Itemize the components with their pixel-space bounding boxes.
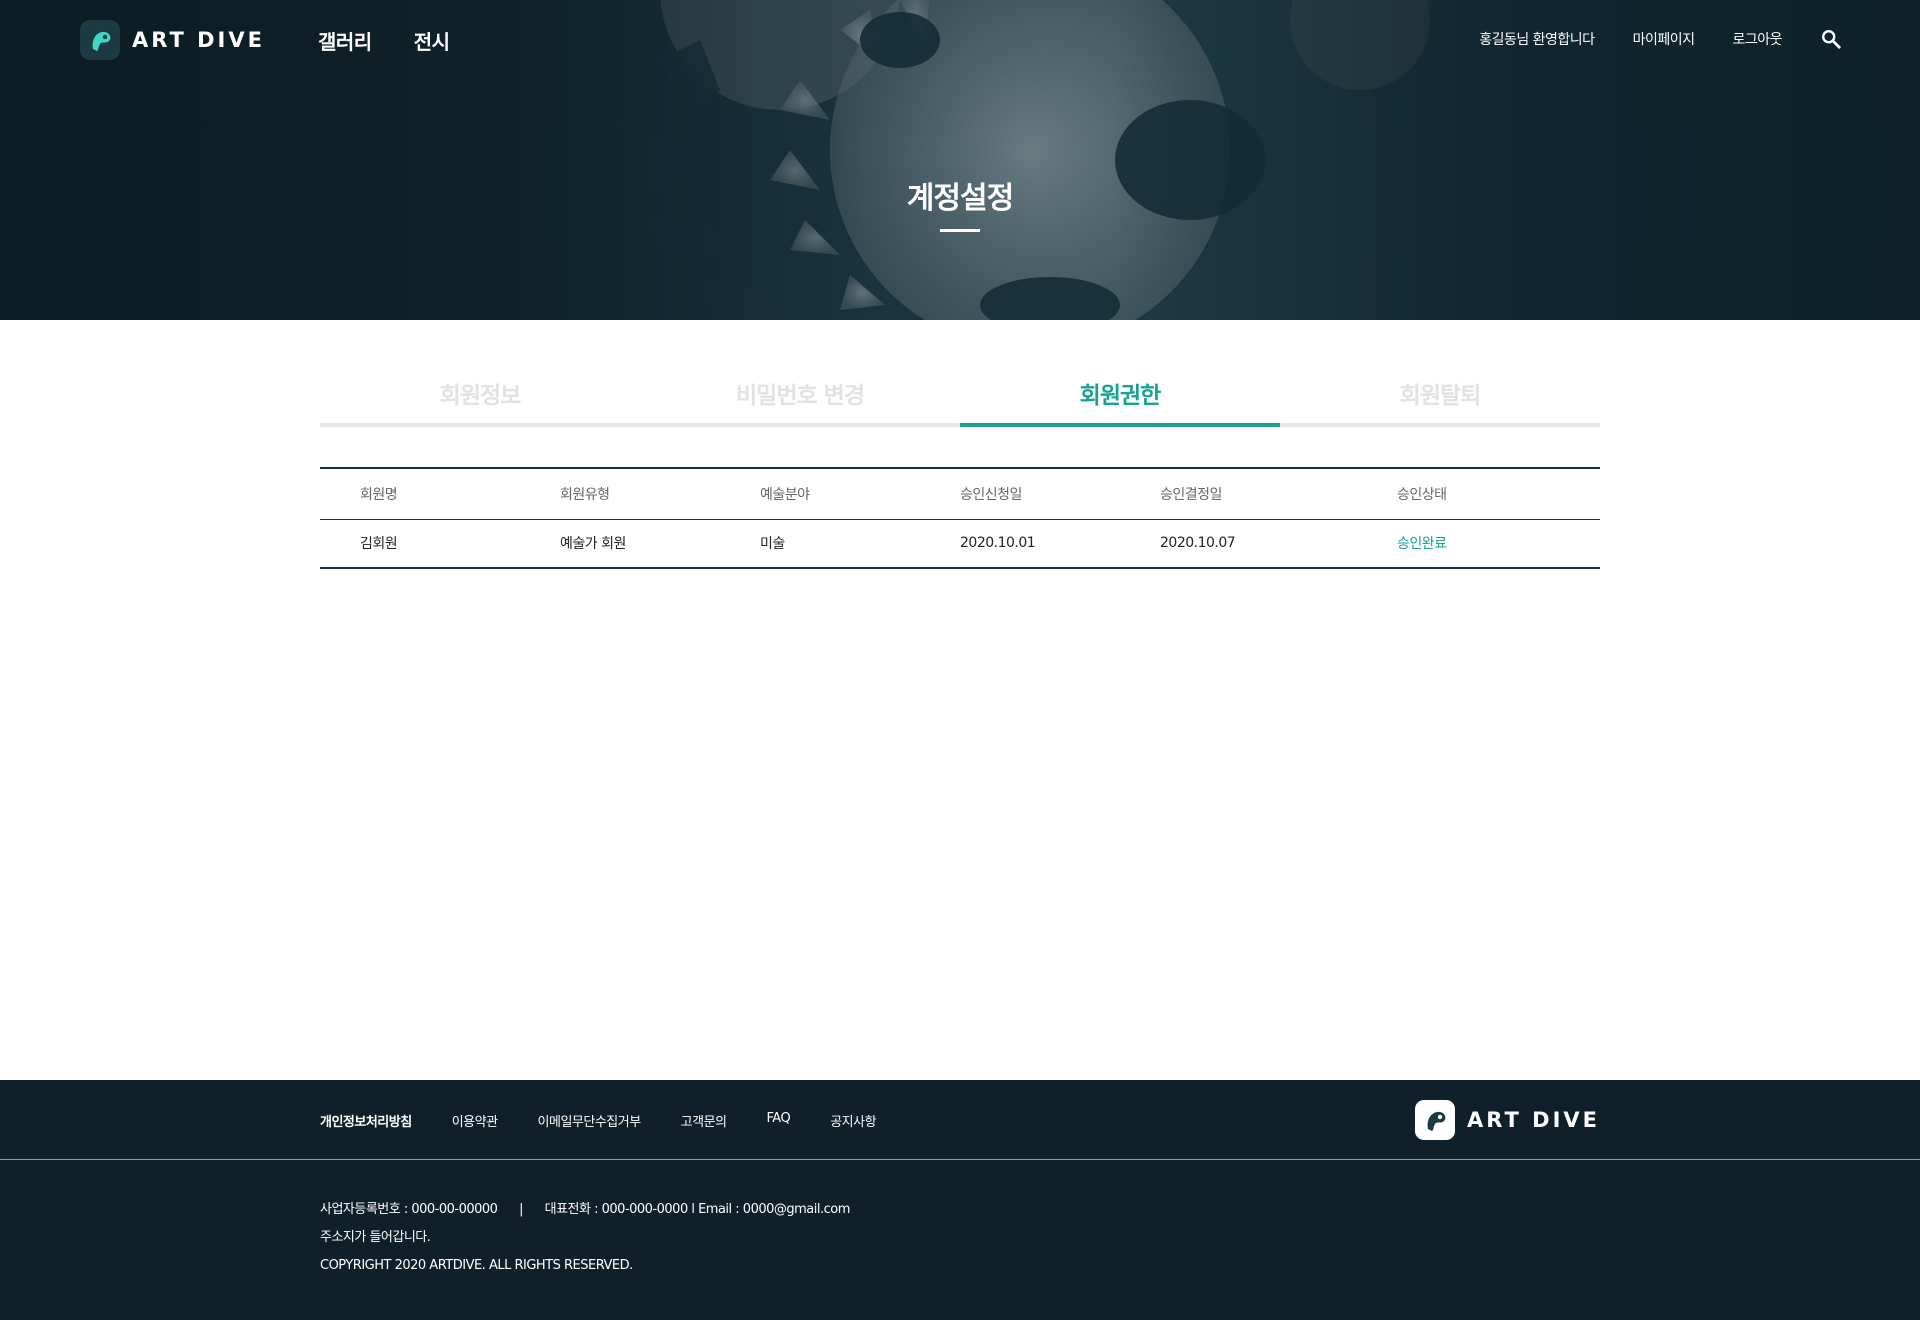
main-menu: 갤러리 전시 <box>318 26 450 55</box>
company-info: 사업자등록번호 : 000-00-00000 | 대표전화 : 000-000-… <box>320 1202 850 1286</box>
cell-decision-date: 2020.10.07 <box>1120 518 1397 568</box>
header-art-field: 예술분야 <box>760 486 810 503</box>
logout-link[interactable]: 로그아웃 <box>1732 29 1782 49</box>
site-footer: 개인정보처리방침 이용약관 이메일무단수집거부 고객문의 FAQ 공지사항 AR… <box>0 1080 1920 1320</box>
tab-change-password[interactable]: 비밀번호 변경 <box>640 370 960 423</box>
header-approval-status: 승인상태 <box>1397 486 1447 503</box>
cell-request-date: 2020.10.01 <box>920 518 1120 568</box>
footer-link-privacy[interactable]: 개인정보처리방침 <box>320 1111 412 1130</box>
tab-member-permission[interactable]: 회원권한 <box>960 370 1280 427</box>
copyright-text: COPYRIGHT 2020 ARTDIVE. ALL RIGHTS RESER… <box>320 1258 633 1273</box>
menu-item-gallery[interactable]: 갤러리 <box>318 26 372 55</box>
brand-logo-icon <box>80 20 120 60</box>
mypage-link[interactable]: 마이페이지 <box>1633 29 1695 49</box>
header-member-type: 회원유형 <box>560 486 610 503</box>
cell-art-field: 미술 <box>720 518 920 568</box>
header-request-date: 승인신청일 <box>960 486 1022 503</box>
cell-member-type: 예술가 회원 <box>520 518 720 568</box>
brand-logo-text: ART DIVE <box>132 28 265 52</box>
footer-logo-text: ART DIVE <box>1467 1108 1600 1132</box>
footer-brand-logo[interactable]: ART DIVE <box>1415 1100 1600 1140</box>
footer-link-email-refusal[interactable]: 이메일무단수집거부 <box>538 1111 642 1130</box>
page-title: 계정설정 <box>906 181 1014 216</box>
phone-email: 대표전화 : 000-000-0000 l Email : 0000@gmail… <box>544 1202 851 1217</box>
company-info-line-1: 사업자등록번호 : 000-00-00000 | 대표전화 : 000-000-… <box>320 1202 850 1230</box>
member-permission-table: 회원명 회원유형 예술분야 승인신청일 승인결정일 승인상태 김회원 예술가 회… <box>320 467 1600 569</box>
account-settings-tabs: 회원정보 비밀번호 변경 회원권한 회원탈퇴 <box>320 370 1600 427</box>
welcome-message: 홍길동님 환영합니다 <box>1479 32 1595 48</box>
menu-item-exhibition[interactable]: 전시 <box>414 26 450 55</box>
business-number: 사업자등록번호 : 000-00-00000 <box>320 1202 498 1217</box>
footer-link-faq[interactable]: FAQ <box>767 1111 791 1130</box>
info-separator: | <box>519 1202 523 1217</box>
footer-links: 개인정보처리방침 이용약관 이메일무단수집거부 고객문의 FAQ 공지사항 <box>320 1111 916 1130</box>
footer-link-terms[interactable]: 이용약관 <box>452 1111 498 1130</box>
footer-logo-icon <box>1415 1100 1456 1140</box>
footer-top-bar: 개인정보처리방침 이용약관 이메일무단수집거부 고객문의 FAQ 공지사항 AR… <box>0 1080 1920 1160</box>
header-member-name: 회원명 <box>360 486 398 503</box>
status-badge: 승인완료 <box>1397 518 1600 568</box>
footer-link-contact[interactable]: 고객문의 <box>681 1111 727 1130</box>
utility-menu: 홍길동님 환영합니다 마이페이지 로그아웃 <box>1479 28 1842 50</box>
brand-logo-link[interactable]: ART DIVE <box>80 20 265 60</box>
header-decision-date: 승인결정일 <box>1160 486 1222 503</box>
company-address: 주소지가 들어갑니다. <box>320 1230 431 1245</box>
search-icon[interactable] <box>1820 28 1842 50</box>
table-header-row: 회원명 회원유형 예술분야 승인신청일 승인결정일 승인상태 <box>320 468 1600 519</box>
global-navigation: ART DIVE 갤러리 전시 홍길동님 환영합니다 마이페이지 로그아웃 <box>0 0 1920 80</box>
tab-withdrawal[interactable]: 회원탈퇴 <box>1280 370 1600 423</box>
table-row: 김회원 예술가 회원 미술 2020.10.01 2020.10.07 승인완료 <box>320 518 1600 568</box>
cell-member-name: 김회원 <box>320 518 520 568</box>
footer-link-notice[interactable]: 공지사항 <box>830 1111 876 1130</box>
hero-header: ART DIVE 갤러리 전시 홍길동님 환영합니다 마이페이지 로그아웃 계정… <box>0 0 1920 320</box>
tab-member-info[interactable]: 회원정보 <box>320 370 640 423</box>
title-underline <box>940 229 980 232</box>
